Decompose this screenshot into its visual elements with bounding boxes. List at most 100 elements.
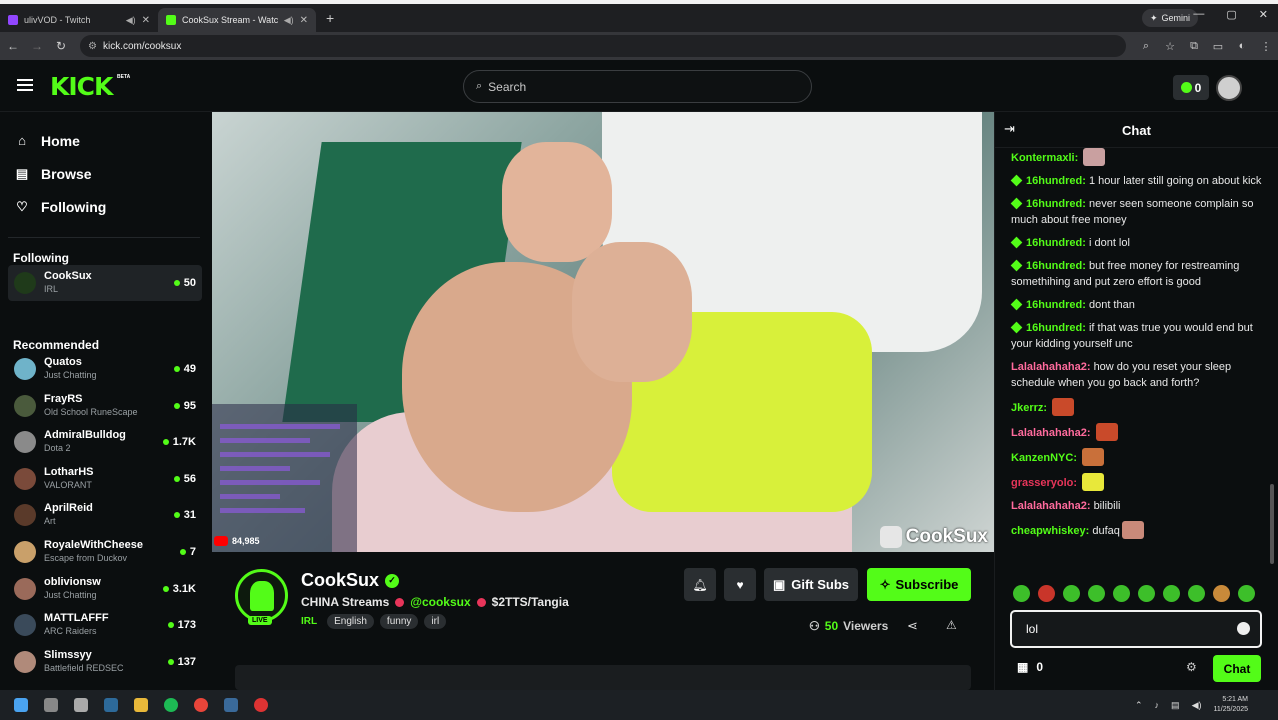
chat-username[interactable]: 16hundred (1026, 260, 1082, 272)
sidebar-channel[interactable]: RoyaleWithCheese Escape from Duckov 7 (8, 534, 202, 570)
sidebar-channel[interactable]: FrayRS Old School RuneScape 95 (8, 388, 202, 424)
emote-icon[interactable] (1138, 585, 1155, 602)
sidebar-channel[interactable]: AdmiralBulldog Dota 2 1.7K (8, 424, 202, 460)
minimize-icon[interactable]: — (1193, 8, 1204, 21)
volume-icon[interactable]: ◀) (1192, 700, 1202, 711)
nav-browse[interactable]: ▤ Browse (14, 157, 208, 190)
streamer-avatar[interactable] (235, 569, 288, 622)
speaker-icon[interactable]: ◀) (284, 15, 294, 26)
sidepanel-icon[interactable]: ▭ (1206, 40, 1230, 53)
taskbar-app[interactable] (186, 698, 216, 712)
tag-pill[interactable]: English (327, 614, 374, 629)
nav-following[interactable]: ♡ Following (14, 190, 208, 223)
emote-icon[interactable] (1163, 585, 1180, 602)
profile-icon[interactable]: ◐ (1230, 40, 1254, 52)
chat-send-button[interactable]: Chat (1213, 655, 1261, 682)
chat-scrollbar[interactable] (1270, 484, 1274, 564)
sidebar-channel[interactable]: AprilReid Art 31 (8, 497, 202, 533)
hamburger-menu-icon[interactable] (17, 79, 33, 91)
sidebar-channel[interactable]: Quatos Just Chatting 49 (8, 351, 202, 387)
clock[interactable]: 5:21 AM 11/25/2025 (1213, 695, 1248, 715)
emote-icon[interactable] (1038, 585, 1055, 602)
taskbar-app[interactable] (216, 698, 246, 712)
chat-username[interactable]: Lalalahahaha2 (1011, 500, 1087, 512)
search-input[interactable]: ⌕ Search (463, 70, 812, 103)
title-mention[interactable]: @cooksux (410, 595, 470, 609)
sidebar-channel[interactable]: CookSux IRL 50 (8, 265, 202, 301)
taskbar-app[interactable] (96, 698, 126, 712)
new-tab-button[interactable]: + (326, 10, 334, 26)
emote-icon[interactable] (1063, 585, 1080, 602)
emote-icon[interactable] (1188, 585, 1205, 602)
subscribe-button[interactable]: ✧ Subscribe (867, 568, 971, 601)
chat-username[interactable]: Lalalahahaha2 (1011, 361, 1087, 373)
close-window-icon[interactable]: ✕ (1259, 8, 1268, 21)
chat-username[interactable]: Jkerrz (1011, 402, 1043, 414)
kick-logo[interactable]: KICK (50, 72, 113, 101)
user-avatar[interactable] (1216, 75, 1242, 101)
forward-icon[interactable]: → (26, 39, 48, 53)
taskbar-app[interactable] (36, 698, 66, 712)
zoom-icon[interactable]: ⌕ (1134, 40, 1158, 53)
browser-tab-kick[interactable]: CookSux Stream - Watch Li... ◀) ✕ (158, 8, 316, 32)
notification-bell-button[interactable]: 🔔︎ (684, 568, 716, 601)
tag-pill[interactable]: irl (424, 614, 447, 629)
reload-icon[interactable]: ↻ (50, 39, 72, 53)
chat-username[interactable]: KanzenNYC (1011, 452, 1073, 464)
chat-settings-gear-icon[interactable]: ⚙ (1186, 660, 1197, 674)
chat-username[interactable]: 16hundred (1026, 322, 1082, 334)
emote-icon[interactable] (1088, 585, 1105, 602)
chat-username[interactable]: 16hundred (1026, 237, 1082, 249)
emote-icon[interactable] (1113, 585, 1130, 602)
streamer-name[interactable]: CookSux ✓ (301, 570, 400, 591)
chat-input[interactable]: lol (1010, 610, 1262, 648)
chat-username[interactable]: grasseryolo (1011, 477, 1073, 489)
mic-icon[interactable]: ♪ (1155, 700, 1160, 710)
speaker-icon[interactable]: ◀) (126, 15, 136, 26)
kicks-wallet-button[interactable]: 0 (1173, 75, 1209, 100)
network-icon[interactable]: ▤ (1171, 700, 1180, 711)
chat-username[interactable]: Kontermaxli (1011, 152, 1075, 164)
taskbar-app[interactable] (246, 698, 276, 712)
browser-tab-twitch[interactable]: ulivVOD - Twitch ◀) ✕ (0, 8, 158, 32)
report-icon[interactable]: ⚠ (946, 618, 957, 632)
url-field[interactable]: ⚙ kick.com/cooksux (80, 35, 1126, 57)
chat-username[interactable]: cheapwhiskey (1011, 525, 1086, 537)
sidebar-channel[interactable]: LotharHS VALORANT 56 (8, 461, 202, 497)
close-tab-icon[interactable]: ✕ (300, 15, 308, 26)
close-tab-icon[interactable]: ✕ (142, 15, 150, 26)
extensions-icon[interactable]: ⧉ (1182, 40, 1206, 53)
emote-icon[interactable] (1238, 585, 1255, 602)
sidebar-channel[interactable]: MATTLAFFF ARC Raiders 173 (8, 607, 202, 643)
menu-dots-icon[interactable]: ⋮ (1254, 40, 1278, 53)
recommended-heading: Recommended (13, 338, 100, 352)
video-player[interactable]: 84,985 CookSux (212, 112, 994, 552)
back-icon[interactable]: ← (2, 39, 24, 53)
bookmark-star-icon[interactable]: ☆ (1158, 40, 1182, 53)
tray-chevron-icon[interactable]: ⌃ (1135, 700, 1143, 711)
sidebar-channel[interactable]: Slimssyy Battlefield REDSEC 137 (8, 644, 202, 680)
follow-heart-button[interactable]: ♥ (724, 568, 756, 601)
taskbar-app[interactable] (126, 698, 156, 712)
category-link[interactable]: IRL (301, 616, 317, 627)
maximize-icon[interactable]: ▢ (1226, 8, 1236, 21)
gift-subs-button[interactable]: ▣ Gift Subs (764, 568, 858, 601)
emoji-picker-icon[interactable] (1237, 622, 1250, 635)
gemini-button[interactable]: ✦ Gemini (1141, 9, 1198, 27)
emote-icon[interactable] (1013, 585, 1030, 602)
start-button[interactable] (6, 698, 36, 712)
tag-pill[interactable]: funny (379, 614, 419, 629)
chat-username[interactable]: 16hundred (1026, 198, 1082, 210)
chat-points[interactable]: ▦ 0 (1017, 660, 1043, 674)
taskbar-app[interactable] (156, 698, 186, 712)
emote-icon[interactable] (1213, 585, 1230, 602)
chat-username[interactable]: Lalalahahaha2 (1011, 427, 1087, 439)
sidebar-channel[interactable]: oblivionsw Just Chatting 3.1K (8, 571, 202, 607)
chat-username[interactable]: 16hundred (1026, 299, 1082, 311)
nav-home[interactable]: ⌂ Home (14, 124, 208, 157)
taskbar-app[interactable] (66, 698, 96, 712)
share-icon[interactable]: ⋖ (907, 618, 918, 634)
overlay-line (220, 438, 310, 443)
site-info-icon[interactable]: ⚙ (88, 41, 97, 52)
chat-username[interactable]: 16hundred (1026, 175, 1082, 187)
